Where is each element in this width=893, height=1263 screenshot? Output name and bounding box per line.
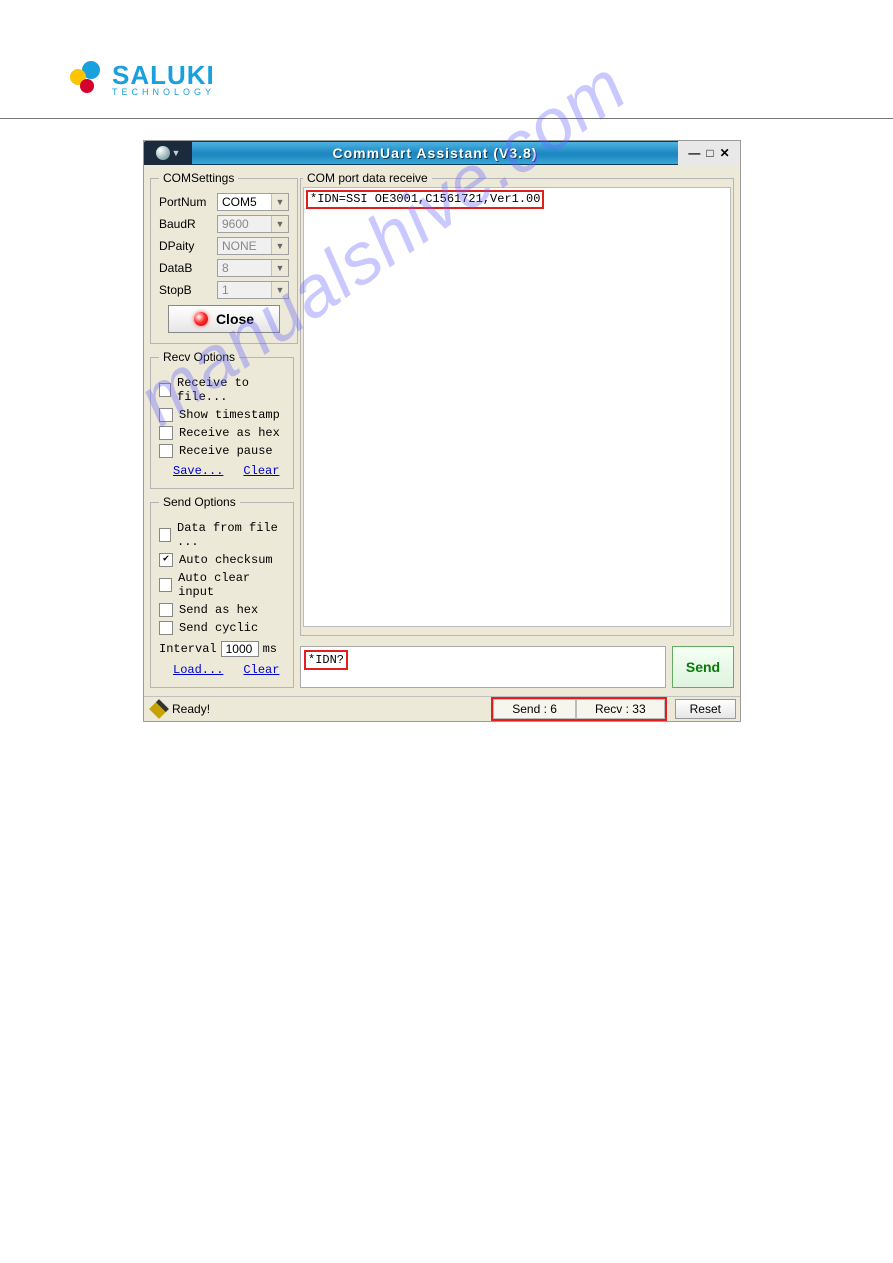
close-port-label: Close — [216, 311, 254, 327]
send-button-label: Send — [686, 659, 720, 675]
interval-unit: ms — [263, 642, 277, 656]
close-port-button[interactable]: Close — [168, 305, 280, 333]
portnum-value: COM5 — [218, 195, 271, 209]
window-controls: — □ ✕ — [678, 141, 740, 165]
brand-name: SALUKI — [112, 62, 215, 88]
recv-to-file-checkbox[interactable] — [159, 383, 171, 397]
window-title: CommUart Assistant (V3.8) — [192, 141, 678, 165]
send-button[interactable]: Send — [672, 646, 734, 688]
databits-select[interactable]: 8 ▼ — [217, 259, 289, 277]
dropdown-caret-icon: ▼ — [271, 194, 288, 210]
com-settings-group: COMSettings PortNum COM5 ▼ BaudR 9600 ▼ — [150, 171, 298, 344]
minimize-button[interactable]: — — [688, 146, 700, 160]
recv-options-group: Recv Options Receive to file... Show tim… — [150, 350, 294, 489]
brand-sub: TECHNOLOGY — [112, 88, 215, 97]
com-settings-legend: COMSettings — [159, 171, 238, 185]
databits-value: 8 — [218, 261, 271, 275]
dropdown-caret-icon: ▼ — [271, 216, 288, 232]
auto-clear-input-label: Auto clear input — [178, 571, 285, 599]
close-window-button[interactable]: ✕ — [720, 146, 730, 160]
send-options-group: Send Options Data from file ... ✔ Auto c… — [150, 495, 294, 688]
dropdown-caret-icon: ▼ — [271, 282, 288, 298]
stopbits-select[interactable]: 1 ▼ — [217, 281, 289, 299]
show-timestamp-checkbox[interactable] — [159, 408, 173, 422]
data-from-file-checkbox[interactable] — [159, 528, 171, 542]
baud-select[interactable]: 9600 ▼ — [217, 215, 289, 233]
status-counters-highlight: Send : 6 Recv : 33 — [493, 699, 664, 719]
stopbits-label: StopB — [159, 283, 211, 297]
parity-label: DPaity — [159, 239, 211, 253]
auto-checksum-checkbox[interactable]: ✔ — [159, 553, 173, 567]
reset-button-label: Reset — [690, 702, 721, 716]
status-text: Ready! — [172, 702, 210, 716]
databits-label: DataB — [159, 261, 211, 275]
send-count: Send : 6 — [493, 699, 576, 719]
receive-legend: COM port data receive — [303, 171, 432, 185]
maximize-button[interactable]: □ — [706, 146, 713, 160]
parity-select[interactable]: NONE ▼ — [217, 237, 289, 255]
document-header: SALUKI TECHNOLOGY — [0, 0, 893, 119]
interval-input[interactable] — [221, 641, 259, 657]
auto-checksum-label: Auto checksum — [179, 553, 273, 567]
interval-label: Interval — [159, 642, 217, 656]
receive-line-1: *IDN=SSI OE3001,C1561721,Ver1.00 — [310, 192, 540, 206]
send-text-value: *IDN? — [308, 653, 344, 667]
send-options-legend: Send Options — [159, 495, 240, 509]
data-from-file-label: Data from file ... — [177, 521, 285, 549]
send-cyclic-checkbox[interactable] — [159, 621, 173, 635]
titlebar: ▼ CommUart Assistant (V3.8) — □ ✕ — [144, 141, 740, 165]
app-icon — [156, 146, 170, 160]
send-as-hex-label: Send as hex — [179, 603, 258, 617]
saluki-logo-icon — [70, 61, 106, 97]
recv-as-hex-checkbox[interactable] — [159, 426, 173, 440]
send-text-highlight: *IDN? — [304, 650, 348, 670]
pencil-icon — [149, 699, 169, 719]
auto-clear-input-checkbox[interactable] — [159, 578, 172, 592]
recv-clear-link[interactable]: Clear — [243, 464, 279, 478]
recv-to-file-label: Receive to file... — [177, 376, 285, 404]
status-led-icon — [194, 312, 208, 326]
recv-pause-label: Receive pause — [179, 444, 273, 458]
portnum-select[interactable]: COM5 ▼ — [217, 193, 289, 211]
reset-button[interactable]: Reset — [675, 699, 736, 719]
parity-value: NONE — [218, 239, 271, 253]
receive-textarea[interactable]: *IDN=SSI OE3001,C1561721,Ver1.00 — [303, 187, 731, 627]
titlebar-left-cap[interactable]: ▼ — [144, 141, 192, 165]
saluki-logo-text: SALUKI TECHNOLOGY — [112, 62, 215, 97]
send-cyclic-label: Send cyclic — [179, 621, 258, 635]
baud-label: BaudR — [159, 217, 211, 231]
recv-save-link[interactable]: Save... — [173, 464, 223, 478]
dropdown-caret-icon: ▼ — [271, 260, 288, 276]
send-input[interactable]: *IDN? — [300, 646, 666, 688]
recv-count: Recv : 33 — [576, 699, 665, 719]
receive-group: COM port data receive *IDN=SSI OE3001,C1… — [300, 171, 734, 636]
recv-pause-checkbox[interactable] — [159, 444, 173, 458]
portnum-label: PortNum — [159, 195, 211, 209]
statusbar: Ready! Send : 6 Recv : 33 Reset — [144, 696, 740, 721]
titlebar-menu-caret-icon[interactable]: ▼ — [172, 148, 181, 158]
baud-value: 9600 — [218, 217, 271, 231]
recv-as-hex-label: Receive as hex — [179, 426, 280, 440]
send-load-link[interactable]: Load... — [173, 663, 223, 677]
send-clear-link[interactable]: Clear — [243, 663, 279, 677]
send-as-hex-checkbox[interactable] — [159, 603, 173, 617]
dropdown-caret-icon: ▼ — [271, 238, 288, 254]
show-timestamp-label: Show timestamp — [179, 408, 280, 422]
receive-line-highlight: *IDN=SSI OE3001,C1561721,Ver1.00 — [306, 190, 544, 209]
stopbits-value: 1 — [218, 283, 271, 297]
app-window: ▼ CommUart Assistant (V3.8) — □ ✕ COMSet… — [143, 140, 741, 722]
recv-options-legend: Recv Options — [159, 350, 239, 364]
